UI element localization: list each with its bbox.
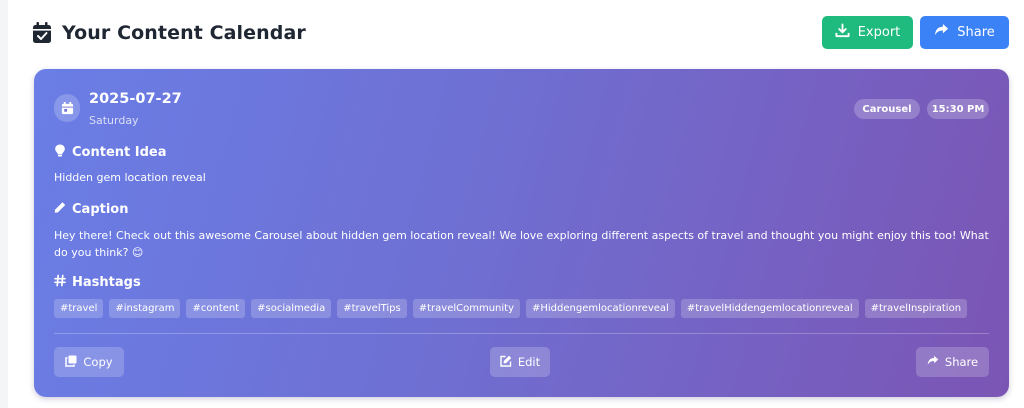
calendar-icon	[54, 94, 80, 122]
hashtag-chip: #content	[186, 299, 246, 318]
lightbulb-icon	[54, 144, 66, 161]
share-button[interactable]: Share	[920, 16, 1009, 49]
hashtag-list: #travel #instagram #content #socialmedia…	[54, 299, 989, 319]
header: Your Content Calendar Export Share	[8, 0, 1024, 64]
content-card: 2025-07-27 Saturday Carousel 15:30 PM Co…	[34, 69, 1009, 397]
title-wrap: Your Content Calendar	[32, 20, 306, 46]
edit-label: Edit	[517, 355, 541, 369]
edit-button[interactable]: Edit	[490, 347, 550, 377]
post-date: 2025-07-27	[89, 91, 182, 107]
card-divider	[54, 333, 989, 334]
pencil-icon	[54, 201, 66, 218]
export-label: Export	[857, 25, 901, 40]
post-time-badge: 15:30 PM	[927, 99, 989, 119]
hashtag-chip: #instagram	[109, 299, 181, 318]
caption-text: Hey there! Check out this awesome Carous…	[54, 229, 989, 259]
card-share-label: Share	[944, 355, 979, 369]
hashtags-heading: Hashtags	[54, 274, 141, 291]
download-icon	[835, 23, 850, 42]
hashtag-icon	[54, 274, 66, 291]
share-arrow-icon	[934, 23, 949, 42]
hashtag-chip: #Hiddengemlocationreveal	[526, 299, 675, 318]
share-arrow-icon	[927, 355, 939, 370]
hashtag-chip: #travelHiddengemlocationreveal	[680, 299, 859, 318]
card-share-button[interactable]: Share	[916, 347, 989, 377]
caption-label: Caption	[72, 202, 129, 217]
copy-button[interactable]: Copy	[54, 347, 124, 377]
hashtag-chip: #socialmedia	[251, 299, 332, 318]
content-idea-text: Hidden gem location reveal	[54, 171, 206, 184]
caption-heading: Caption	[54, 201, 128, 218]
content-type-badge: Carousel	[854, 99, 920, 119]
hashtag-chip: #travelTips	[337, 299, 407, 318]
page: Your Content Calendar Export Share 2025-…	[8, 0, 1024, 408]
copy-label: Copy	[83, 355, 113, 369]
share-label: Share	[957, 25, 995, 40]
calendar-check-icon	[32, 22, 52, 44]
hashtag-chip: #travel	[54, 299, 104, 318]
hashtags-label: Hashtags	[72, 275, 141, 290]
copy-icon	[65, 355, 77, 370]
hashtag-chip: #travelInspiration	[864, 299, 968, 318]
export-button[interactable]: Export	[822, 16, 913, 49]
content-idea-heading: Content Idea	[54, 144, 167, 161]
edit-icon	[500, 355, 512, 370]
page-title: Your Content Calendar	[62, 22, 306, 44]
hashtag-chip: #travelCommunity	[412, 299, 520, 318]
content-idea-label: Content Idea	[72, 145, 167, 160]
post-weekday: Saturday	[89, 114, 139, 127]
